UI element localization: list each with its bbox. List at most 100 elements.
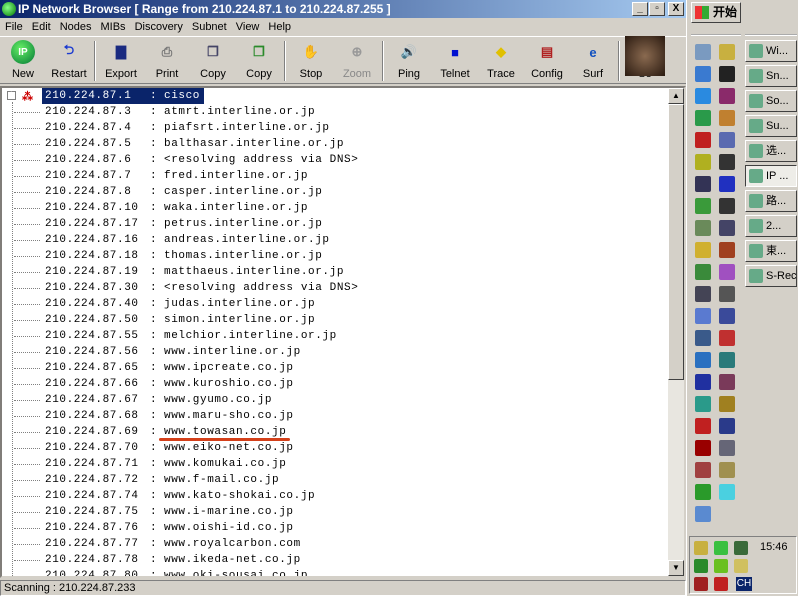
toolbar-zoom-button[interactable]: ⊕ Zoom <box>334 37 380 83</box>
tree-row[interactable]: 210.224.87.3: atmrt.interline.or.jp <box>2 104 662 120</box>
quick-launch-app-icon[interactable] <box>695 506 711 522</box>
quick-launch-app-icon[interactable] <box>719 396 735 412</box>
quick-launch-app-icon[interactable] <box>719 440 735 456</box>
quick-launch-app-icon[interactable] <box>695 66 711 82</box>
toolbar-telnet-button[interactable]: ■ Telnet <box>432 37 478 83</box>
taskbar-button[interactable]: Wi... <box>745 40 797 62</box>
quick-launch-app-icon[interactable] <box>695 374 711 390</box>
tree-row[interactable]: 210.224.87.72: www.f-mail.co.jp <box>2 472 662 488</box>
host-tree[interactable]: + ⁂ 210.224.87.1: cisco 210.224.87.3: atmrt.i… <box>0 86 686 578</box>
quick-launch-app-icon[interactable] <box>695 396 711 412</box>
quick-launch-app-icon[interactable] <box>719 374 735 390</box>
quick-launch-app-icon[interactable] <box>695 440 711 456</box>
toolbar-print-button[interactable]: ⎙ Print <box>144 37 190 83</box>
menu-file[interactable]: File <box>0 18 27 36</box>
scroll-thumb[interactable] <box>668 104 684 380</box>
quick-launch-app-icon[interactable] <box>695 220 711 236</box>
tree-row[interactable]: 210.224.87.40: judas.interline.or.jp <box>2 296 662 312</box>
quick-launch-app-icon[interactable] <box>719 44 735 60</box>
tree-row[interactable]: 210.224.87.4: piafsrt.interline.or.jp <box>2 120 662 136</box>
tree-row[interactable]: 210.224.87.8: casper.interline.or.jp <box>2 184 662 200</box>
tree-row[interactable]: 210.224.87.80: www.oki-sousai.co.jp <box>2 568 662 576</box>
quick-launch-app-icon[interactable] <box>695 264 711 280</box>
tree-root-row[interactable]: + ⁂ 210.224.87.1: cisco <box>2 88 662 104</box>
taskbar-button[interactable]: 选... <box>745 140 797 162</box>
quick-launch-app-icon[interactable] <box>695 242 711 258</box>
minimize-button[interactable]: _ <box>632 2 648 16</box>
quick-launch-app-icon[interactable] <box>719 220 735 236</box>
menu-view[interactable]: View <box>231 18 264 36</box>
toolbar-surf-button[interactable]: e Surf <box>570 37 616 83</box>
quick-launch-app-icon[interactable] <box>719 198 735 214</box>
tray-icon[interactable] <box>714 559 728 573</box>
vertical-scrollbar[interactable]: ▲ ▼ <box>668 88 684 576</box>
toolbar-stop-button[interactable]: ✋ Stop <box>288 37 334 83</box>
tree-row[interactable]: 210.224.87.5: balthasar.interline.or.jp <box>2 136 662 152</box>
quick-launch-app-icon[interactable] <box>695 308 711 324</box>
quick-launch-app-icon[interactable] <box>695 132 711 148</box>
scroll-up-button[interactable]: ▲ <box>668 88 684 104</box>
tree-row[interactable]: 210.224.87.30: <resolving address via DNS… <box>2 280 662 296</box>
tree-row[interactable]: 210.224.87.76: www.oishi-id.co.jp <box>2 520 662 536</box>
tree-row[interactable]: 210.224.87.68: www.maru-sho.co.jp <box>2 408 662 424</box>
quick-launch-app-icon[interactable] <box>719 308 735 324</box>
tree-row[interactable]: 210.224.87.55: melchior.interline.or.jp <box>2 328 662 344</box>
menu-discovery[interactable]: Discovery <box>130 18 187 36</box>
tree-row[interactable]: 210.224.87.50: simon.interline.or.jp <box>2 312 662 328</box>
taskbar-button[interactable]: IP ... <box>745 165 797 187</box>
tray-icon[interactable] <box>734 541 748 555</box>
taskbar-button[interactable]: So... <box>745 90 797 112</box>
quick-launch-app-icon[interactable] <box>719 242 735 258</box>
tray-icon[interactable] <box>714 541 728 555</box>
tree-row[interactable]: 210.224.87.74: www.kato-shokai.co.jp <box>2 488 662 504</box>
tray-icon[interactable] <box>734 559 748 573</box>
taskbar-button[interactable]: Sn... <box>745 65 797 87</box>
tree-row[interactable]: 210.224.87.67: www.gyumo.co.jp <box>2 392 662 408</box>
quick-launch-app-icon[interactable] <box>719 264 735 280</box>
taskbar-button[interactable]: Su... <box>745 115 797 137</box>
close-button[interactable]: X <box>668 2 684 16</box>
tree-row[interactable]: 210.224.87.66: www.kuroshio.co.jp <box>2 376 662 392</box>
quick-launch-app-icon[interactable] <box>695 352 711 368</box>
toolbar-copy-button[interactable]: ❐ Copy <box>190 37 236 83</box>
menu-mibs[interactable]: MIBs <box>96 18 130 36</box>
toolbar-new-button[interactable]: IP New <box>0 37 46 83</box>
quick-launch-app-icon[interactable] <box>719 132 735 148</box>
tree-row[interactable]: 210.224.87.65: www.ipcreate.co.jp <box>2 360 662 376</box>
tree-row[interactable]: 210.224.87.78: www.ikeda-net.co.jp <box>2 552 662 568</box>
tree-row[interactable]: 210.224.87.19: matthaeus.interline.or.jp <box>2 264 662 280</box>
tree-row[interactable]: 210.224.87.7: fred.interline.or.jp <box>2 168 662 184</box>
quick-launch-app-icon[interactable] <box>719 286 735 302</box>
ime-indicator[interactable]: CH <box>736 577 752 591</box>
tree-row[interactable]: 210.224.87.71: www.komukai.co.jp <box>2 456 662 472</box>
toolbar-se-button[interactable]: Se <box>622 36 668 83</box>
quick-launch-app-icon[interactable] <box>719 462 735 478</box>
quick-launch-app-icon[interactable] <box>695 198 711 214</box>
scroll-down-button[interactable]: ▼ <box>668 560 684 576</box>
tree-row[interactable]: 210.224.87.75: www.i-marine.co.jp <box>2 504 662 520</box>
menu-subnet[interactable]: Subnet <box>187 18 231 36</box>
quick-launch-app-icon[interactable] <box>695 154 711 170</box>
quick-launch-app-icon[interactable] <box>695 484 711 500</box>
quick-launch-app-icon[interactable] <box>719 66 735 82</box>
tree-row[interactable]: 210.224.87.70: www.eiko-net.co.jp <box>2 440 662 456</box>
menu-edit[interactable]: Edit <box>27 18 55 36</box>
taskbar-button[interactable]: 2... <box>745 215 797 237</box>
taskbar-button[interactable]: S-Rec... <box>745 265 797 287</box>
quick-launch-app-icon[interactable] <box>719 176 735 192</box>
tray-icon[interactable] <box>694 577 708 591</box>
menu-nodes[interactable]: Nodes <box>55 18 96 36</box>
tree-row[interactable]: 210.224.87.6: <resolving address via DNS> <box>2 152 662 168</box>
toolbar-config-button[interactable]: ▤ Config <box>524 37 570 83</box>
quick-launch-app-icon[interactable] <box>719 418 735 434</box>
title-bar[interactable]: IP Network Browser [ Range from 210.224.… <box>0 0 686 18</box>
quick-launch-app-icon[interactable] <box>695 330 711 346</box>
tree-row[interactable]: 210.224.87.10: waka.interline.or.jp <box>2 200 662 216</box>
quick-launch-app-icon[interactable] <box>719 110 735 126</box>
quick-launch-app-icon[interactable] <box>695 176 711 192</box>
quick-launch-app-icon[interactable] <box>695 462 711 478</box>
quick-launch-app-icon[interactable] <box>719 154 735 170</box>
quick-launch-app-icon[interactable] <box>719 352 735 368</box>
toolbar-ping-button[interactable]: 🔊 Ping <box>386 37 432 83</box>
tree-row[interactable]: 210.224.87.77: www.royalcarbon.com <box>2 536 662 552</box>
